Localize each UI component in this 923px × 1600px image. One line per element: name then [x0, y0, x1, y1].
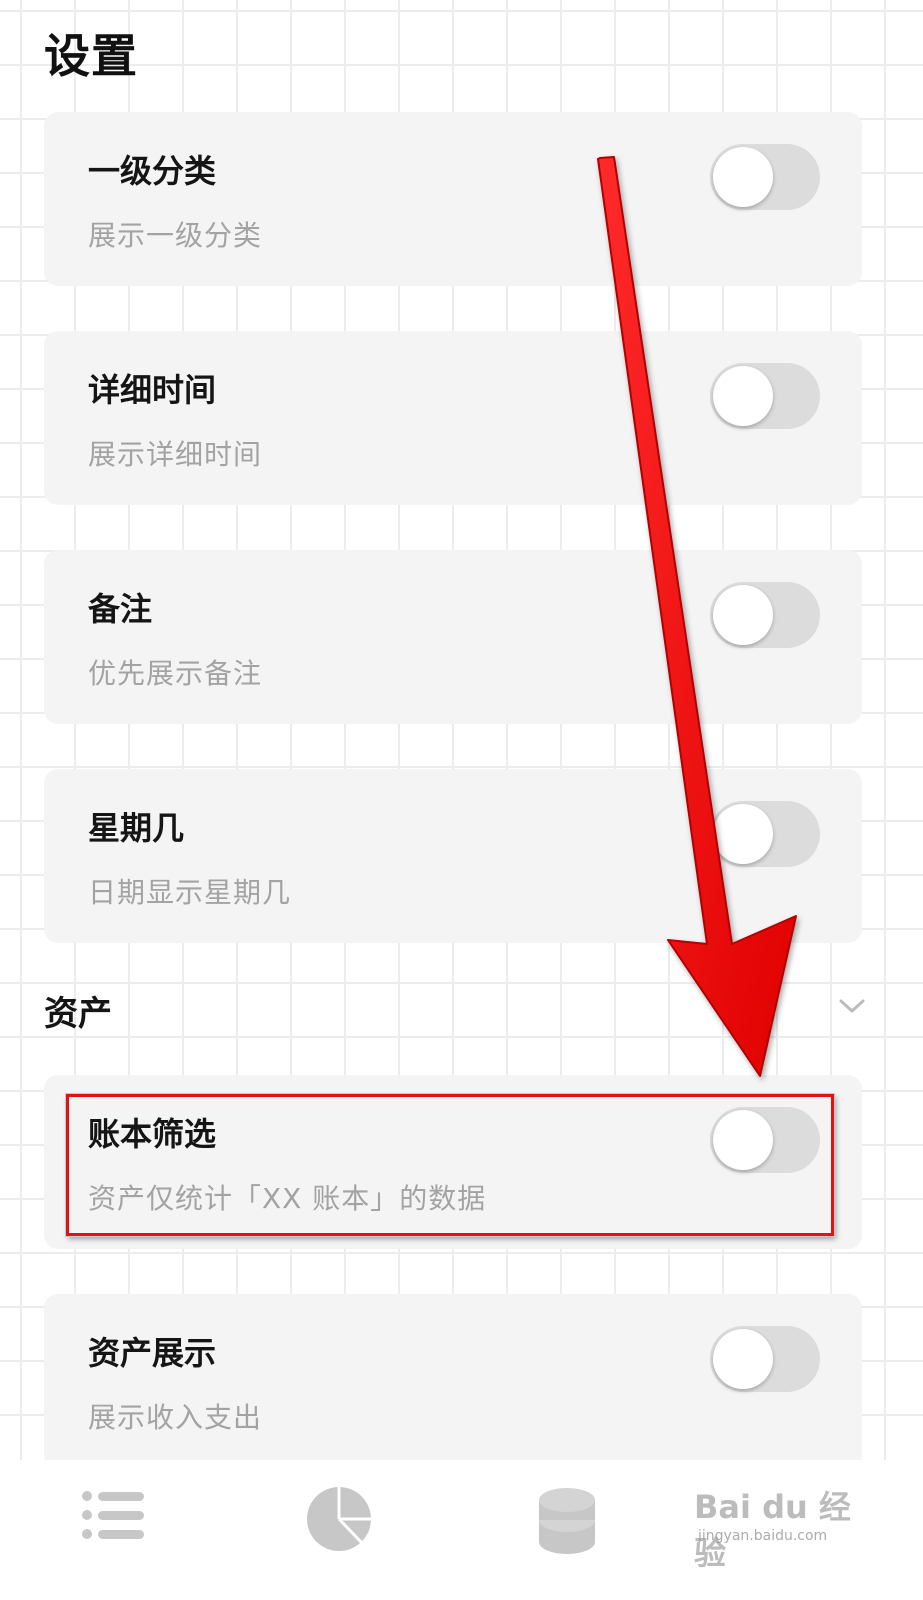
setting-card-level1-category: 一级分类 展示一级分类 [44, 112, 862, 286]
setting-card-note: 备注 优先展示备注 [44, 550, 862, 724]
setting-description: 展示收入支出 [88, 1401, 263, 1434]
setting-title: 资产展示 [88, 1334, 217, 1372]
setting-title: 备注 [88, 590, 153, 628]
note-toggle[interactable] [710, 582, 820, 648]
toggle-knob [713, 804, 773, 864]
toggle-knob [713, 585, 773, 645]
weekday-toggle[interactable] [710, 801, 820, 867]
coins-stack-icon[interactable] [536, 1484, 598, 1556]
ledger-filter-toggle[interactable] [710, 1107, 820, 1173]
pie-chart-icon[interactable] [304, 1484, 374, 1554]
detail-time-toggle[interactable] [710, 363, 820, 429]
setting-title: 一级分类 [88, 152, 217, 190]
bottom-tab-bar [0, 1460, 923, 1600]
setting-card-ledger-filter: 账本筛选 资产仅统计「XX 账本」的数据 [44, 1075, 862, 1249]
level1-category-toggle[interactable] [710, 144, 820, 210]
chevron-down-icon[interactable] [838, 996, 866, 1016]
setting-description: 展示详细时间 [88, 438, 263, 471]
toggle-knob [713, 147, 773, 207]
setting-title: 详细时间 [88, 371, 217, 409]
setting-card-detail-time: 详细时间 展示详细时间 [44, 331, 862, 505]
setting-description: 优先展示备注 [88, 657, 263, 690]
asset-display-toggle[interactable] [710, 1326, 820, 1392]
setting-title: 账本筛选 [88, 1115, 217, 1153]
toggle-knob [713, 1329, 773, 1389]
setting-description: 展示一级分类 [88, 219, 263, 252]
setting-description: 日期显示星期几 [88, 876, 292, 909]
setting-title: 星期几 [88, 809, 185, 847]
toggle-knob [713, 1110, 773, 1170]
section-title-assets: 资产 [44, 994, 112, 1034]
page-title: 设置 [44, 29, 138, 83]
setting-description: 资产仅统计「XX 账本」的数据 [88, 1182, 487, 1215]
list-icon[interactable] [80, 1488, 146, 1542]
setting-card-weekday: 星期几 日期显示星期几 [44, 769, 862, 943]
toggle-knob [713, 366, 773, 426]
setting-card-asset-display: 资产展示 展示收入支出 [44, 1294, 862, 1468]
